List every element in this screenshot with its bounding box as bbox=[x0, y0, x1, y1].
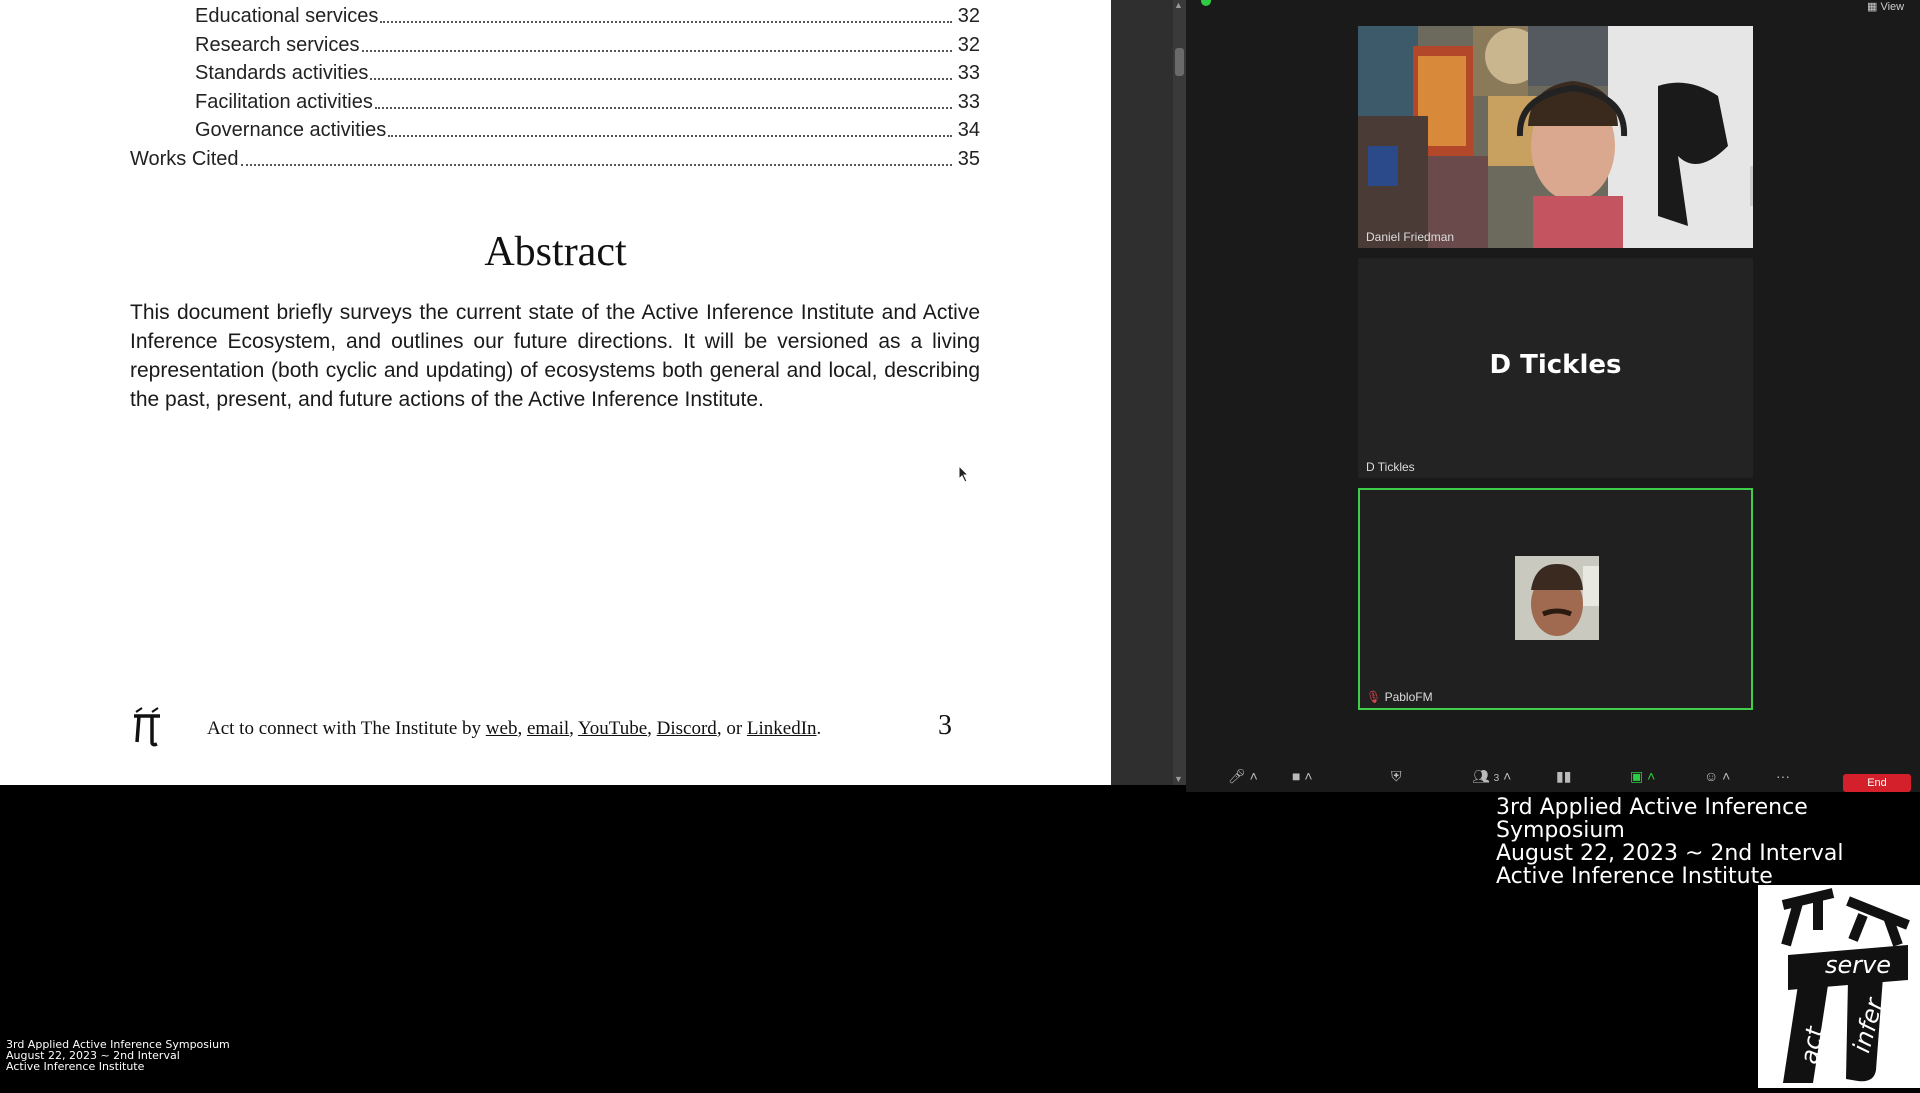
participant-name-text: PabloFM bbox=[1384, 690, 1433, 704]
footer-separator: , bbox=[647, 718, 657, 739]
event-title: 3rd Applied Active Inference Symposium bbox=[1496, 795, 1808, 843]
event-caption-small: 3rd Applied Active Inference Symposium A… bbox=[6, 1039, 230, 1072]
toc-label: Research services bbox=[195, 34, 360, 56]
toc-leader bbox=[374, 106, 952, 109]
toc-label: Standards activities bbox=[195, 62, 369, 84]
participant-count: 3 bbox=[1493, 773, 1500, 784]
toc-entry[interactable]: Facilitation activities 33 bbox=[0, 86, 980, 114]
view-button[interactable]: ▦ View bbox=[1867, 0, 1904, 13]
toc-label: Works Cited bbox=[130, 148, 239, 170]
footer-prefix: Act to connect with The Institute by bbox=[207, 718, 486, 739]
toc-entry[interactable]: Research services 32 bbox=[0, 29, 980, 57]
toc-entry[interactable]: Works Cited 35 bbox=[0, 143, 980, 171]
event-date: August 22, 2023 ~ 2nd Interval bbox=[1496, 841, 1844, 866]
participant-name: Daniel Friedman bbox=[1366, 230, 1455, 244]
video-camera-icon[interactable]: ■ ˄ bbox=[1292, 768, 1313, 784]
participant-tile[interactable]: D Tickles D Tickles bbox=[1358, 258, 1753, 478]
share-screen-icon[interactable]: ▣ ˄ bbox=[1630, 768, 1655, 785]
mouse-cursor-icon bbox=[958, 465, 970, 483]
toc-page: 32 bbox=[957, 5, 980, 27]
footer-separator: , or bbox=[716, 718, 747, 739]
participant-video bbox=[1358, 26, 1753, 248]
meeting-toolbar: 🎤︎ ˄ ■ ˄ ⛨ 👥︎ 3 ˄ ▮▮ ▣ ˄ ☺ ˄ ··· bbox=[1186, 762, 1920, 792]
institute-logo-icon bbox=[134, 707, 160, 747]
abstract-text: This document briefly surveys the curren… bbox=[130, 301, 980, 411]
toc-leader bbox=[240, 163, 952, 166]
institute-logo: serve act infer bbox=[1758, 885, 1920, 1088]
toc-entry[interactable]: Governance activities 34 bbox=[0, 114, 980, 142]
footer-connect-text: Act to connect with The Institute by web… bbox=[207, 718, 821, 740]
event-organizer: Active Inference Institute bbox=[6, 1060, 145, 1073]
mic-muted-icon: 🎙 bbox=[1366, 690, 1382, 704]
toc-label: Educational services bbox=[195, 5, 379, 27]
reactions-icon[interactable]: ☺ ˄ bbox=[1704, 768, 1730, 784]
footer-separator: , bbox=[517, 718, 527, 739]
toc-leader bbox=[388, 134, 952, 137]
scroll-up-arrow-icon[interactable]: ▲ bbox=[1174, 0, 1183, 10]
toc-entry[interactable]: Educational services 32 bbox=[0, 0, 980, 28]
logo-act-text: act bbox=[1795, 1023, 1829, 1066]
event-caption: 3rd Applied Active Inference Symposium A… bbox=[1496, 796, 1920, 888]
email-link[interactable]: email bbox=[527, 718, 569, 739]
participant-name: 🎙 PabloFM bbox=[1366, 690, 1433, 704]
scroll-down-arrow-icon[interactable]: ▼ bbox=[1174, 774, 1183, 784]
participant-display-name: D Tickles bbox=[1489, 350, 1622, 380]
toc-leader bbox=[361, 49, 952, 52]
act-serve-infer-logo-icon: serve act infer bbox=[1781, 888, 1910, 1083]
footer-separator: , bbox=[569, 718, 578, 739]
document-viewer[interactable]: Educational services 32 Research service… bbox=[0, 0, 1111, 785]
page-number: 3 bbox=[938, 710, 952, 741]
participant-name: D Tickles bbox=[1366, 460, 1415, 474]
web-link[interactable]: web bbox=[486, 718, 518, 739]
toc-entry[interactable]: Standards activities 33 bbox=[0, 57, 980, 85]
toc-page: 35 bbox=[957, 148, 980, 170]
toc-leader bbox=[380, 20, 952, 23]
end-meeting-button[interactable]: End bbox=[1843, 774, 1911, 792]
polls-icon[interactable]: ▮▮ bbox=[1556, 768, 1571, 785]
view-label: View bbox=[1880, 1, 1905, 13]
page-footer: Act to connect with The Institute by web… bbox=[130, 706, 990, 750]
toc-label: Facilitation activities bbox=[195, 91, 373, 113]
logo-serve-text: serve bbox=[1825, 951, 1891, 979]
toc-page: 33 bbox=[957, 91, 980, 113]
microphone-icon[interactable]: 🎤︎ ˄ bbox=[1228, 768, 1258, 785]
footer-suffix: . bbox=[816, 718, 822, 739]
linkedin-link[interactable]: LinkedIn bbox=[747, 718, 817, 739]
more-options-icon[interactable]: ··· bbox=[1776, 768, 1790, 784]
toc-label: Governance activities bbox=[195, 119, 387, 141]
active-speaker-tile[interactable]: 🎙 PabloFM bbox=[1358, 488, 1753, 710]
toc-leader bbox=[370, 77, 952, 80]
participants-icon[interactable]: 👥︎ 3 ˄ bbox=[1472, 768, 1511, 785]
security-shield-icon[interactable]: ⛨ bbox=[1391, 768, 1402, 785]
youtube-link[interactable]: YouTube bbox=[578, 718, 647, 739]
toc-page: 32 bbox=[957, 34, 980, 56]
discord-link[interactable]: Discord bbox=[657, 718, 717, 739]
toc-page: 34 bbox=[957, 119, 980, 141]
participant-tile[interactable]: Daniel Friedman bbox=[1358, 26, 1753, 248]
participant-avatar bbox=[1515, 556, 1599, 640]
vertical-scrollbar[interactable] bbox=[1173, 0, 1186, 785]
scrollbar-thumb[interactable] bbox=[1175, 48, 1184, 76]
grid-icon: ▦ bbox=[1867, 1, 1881, 13]
abstract-heading: Abstract bbox=[484, 229, 627, 275]
toc-page: 33 bbox=[957, 62, 980, 84]
